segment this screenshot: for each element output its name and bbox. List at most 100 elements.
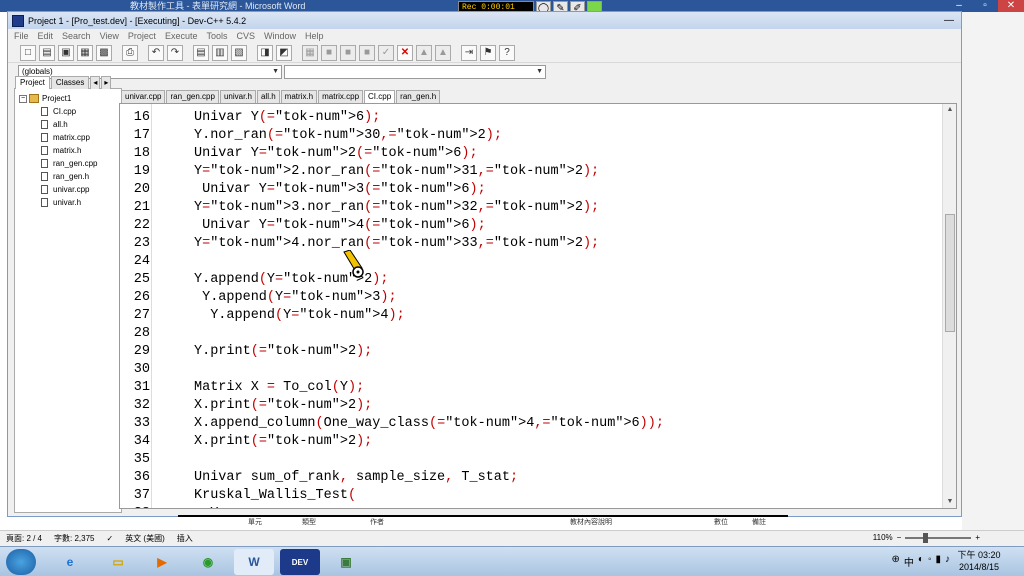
menu-project[interactable]: Project xyxy=(128,31,156,41)
code-line[interactable]: 17 Y.nor_ran(="tok-num">30,="tok-num">2); xyxy=(120,127,950,145)
devcpp-icon[interactable]: DEV xyxy=(280,549,320,575)
file-node[interactable]: univar.h xyxy=(19,196,121,209)
page-count[interactable]: 頁面: 2 / 4 xyxy=(0,533,48,544)
editor-tab[interactable]: univar.h xyxy=(219,90,256,103)
clock[interactable]: 下午 03:20 2014/8/15 xyxy=(954,549,1004,573)
zoom-out-icon[interactable]: − xyxy=(897,533,902,542)
code-line[interactable]: 31 Matrix X = To_col(Y); xyxy=(120,379,950,397)
editor-tab[interactable]: matrix.h xyxy=(280,90,318,103)
grid-icon-3[interactable]: ■ xyxy=(340,44,356,61)
file-node[interactable]: all.h xyxy=(19,118,121,131)
word-close-button[interactable]: ✕ xyxy=(998,0,1024,12)
code-line[interactable]: 29 Y.print(="tok-num">2); xyxy=(120,343,950,361)
word-count[interactable]: 字數: 2,375 xyxy=(48,533,100,544)
minimize-button[interactable]: — xyxy=(937,15,961,26)
tab-scroll-right-icon[interactable]: ▸ xyxy=(101,76,112,89)
file-node[interactable]: ran_gen.cpp xyxy=(19,157,121,170)
code-line[interactable]: 26 Y.append(Y="tok-num">3); xyxy=(120,289,950,307)
code-line[interactable]: 24 xyxy=(120,253,950,271)
grid-icon-2[interactable]: ■ xyxy=(321,44,337,61)
code-editor[interactable]: 16 Univar Y(="tok-num">6); 17 Y.nor_ran(="t… xyxy=(119,103,957,509)
code-line[interactable]: 36 Univar sum_of_rank, sample_size, T_sta… xyxy=(120,469,950,487)
menu-file[interactable]: File xyxy=(14,31,29,41)
tray-icon[interactable]: ◐ xyxy=(918,554,924,569)
save-icon[interactable]: ▣ xyxy=(58,44,74,61)
app-icon[interactable]: ▣ xyxy=(326,549,366,575)
code-line[interactable]: 34 X.print(="tok-num">2); xyxy=(120,433,950,451)
media-player-icon[interactable]: ▶ xyxy=(142,549,182,575)
chinese-input-icon[interactable]: 中 xyxy=(904,554,914,569)
code-line[interactable]: 18 Univar Y="tok-num">2(="tok-num">6); xyxy=(120,145,950,163)
tab-classes[interactable]: Classes xyxy=(50,76,90,89)
word-restore-button[interactable]: ▫ xyxy=(972,0,998,12)
code-line[interactable]: 37 Kruskal_Wallis_Test( xyxy=(120,487,950,505)
scroll-thumb[interactable] xyxy=(945,214,955,332)
bookmark-icon[interactable]: ⚑ xyxy=(480,44,496,61)
editor-tab[interactable]: univar.cpp xyxy=(121,90,166,103)
stop-execution-icon[interactable]: ✕ xyxy=(397,44,413,61)
close-file-icon[interactable]: ▩ xyxy=(96,44,112,61)
goto-icon[interactable]: ⇥ xyxy=(461,44,477,61)
code-line[interactable]: 33 X.append_column(One_way_class(="tok-nu… xyxy=(120,415,950,433)
zoom-slider[interactable] xyxy=(905,532,972,543)
compile-icon[interactable]: ▤ xyxy=(193,44,209,61)
editor-tab-active[interactable]: CI.cpp xyxy=(364,90,396,103)
code-line[interactable]: 16 Univar Y(="tok-num">6); xyxy=(120,109,950,127)
volume-icon[interactable]: ♪ xyxy=(945,554,950,569)
tab-project[interactable]: Project xyxy=(15,76,50,89)
project-node[interactable]: − Project1 xyxy=(19,92,121,105)
rebuild-icon[interactable]: ◨ xyxy=(257,44,273,61)
code-line[interactable]: 30 xyxy=(120,361,950,379)
file-node[interactable]: ran_gen.h xyxy=(19,170,121,183)
language[interactable]: 英文 (美國) xyxy=(119,533,171,544)
menu-help[interactable]: Help xyxy=(305,31,324,41)
code-line[interactable]: 25 Y.append(Y="tok-num">2); xyxy=(120,271,950,289)
tab-scroll-left-icon[interactable]: ◂ xyxy=(90,76,101,89)
editor-tab[interactable]: matrix.cpp xyxy=(318,90,364,103)
zoom-slider-knob[interactable] xyxy=(923,532,929,543)
code-line[interactable]: 23 Y="tok-num">4.nor_ran(="tok-num">33,="… xyxy=(120,235,950,253)
menu-cvs[interactable]: CVS xyxy=(236,31,255,41)
chart-icon-2[interactable]: ▲ xyxy=(435,44,451,61)
ie-icon[interactable]: e xyxy=(50,549,90,575)
scroll-down-icon[interactable]: ▼ xyxy=(943,496,956,508)
chrome-icon[interactable]: ◉ xyxy=(188,549,228,575)
new-file-icon[interactable]: □ xyxy=(20,44,36,61)
tray-icon[interactable]: ◦ xyxy=(928,554,932,569)
chart-icon-1[interactable]: ▲ xyxy=(416,44,432,61)
file-node[interactable]: CI.cpp xyxy=(19,105,121,118)
code-line[interactable]: 32 X.print(="tok-num">2); xyxy=(120,397,950,415)
zoom-in-icon[interactable]: + xyxy=(975,533,980,542)
redo-icon[interactable]: ↷ xyxy=(167,44,183,61)
editor-tab[interactable]: ran_gen.cpp xyxy=(166,90,219,103)
compile-run-icon[interactable]: ▧ xyxy=(231,44,247,61)
scroll-up-icon[interactable]: ▲ xyxy=(943,104,956,116)
menu-edit[interactable]: Edit xyxy=(38,31,54,41)
menu-tools[interactable]: Tools xyxy=(206,31,227,41)
file-node[interactable]: matrix.cpp xyxy=(19,131,121,144)
code-line[interactable]: 27 Y.append(Y="tok-num">4); xyxy=(120,307,950,325)
editor-scrollbar[interactable]: ▲ ▼ xyxy=(942,104,956,508)
code-line[interactable]: 21 Y="tok-num">3.nor_ran(="tok-num">32,="… xyxy=(120,199,950,217)
ime-icon[interactable]: ⊕ xyxy=(892,554,900,569)
menu-search[interactable]: Search xyxy=(62,31,91,41)
member-select[interactable]: ▼ xyxy=(284,65,546,79)
zoom-level[interactable]: 110% xyxy=(873,533,893,542)
code-line[interactable]: 28 xyxy=(120,325,950,343)
network-icon[interactable]: ▮ xyxy=(935,554,941,569)
code-line[interactable]: 38 Y, xyxy=(120,505,950,508)
open-file-icon[interactable]: ▤ xyxy=(39,44,55,61)
word-icon[interactable]: W xyxy=(234,549,274,575)
menu-window[interactable]: Window xyxy=(264,31,296,41)
check-icon[interactable]: ✓ xyxy=(378,44,394,61)
grid-icon-4[interactable]: ■ xyxy=(359,44,375,61)
start-button[interactable] xyxy=(6,549,36,575)
file-node[interactable]: matrix.h xyxy=(19,144,121,157)
editor-tab[interactable]: all.h xyxy=(256,90,280,103)
run-icon[interactable]: ▥ xyxy=(212,44,228,61)
proofing-icon[interactable]: ✓ xyxy=(100,534,119,543)
grid-icon-1[interactable]: ▦ xyxy=(302,44,318,61)
code-line[interactable]: 19 Y="tok-num">2.nor_ran(="tok-num">31,="… xyxy=(120,163,950,181)
explorer-icon[interactable]: ▭ xyxy=(98,549,138,575)
code-line[interactable]: 20 Univar Y="tok-num">3(="tok-num">6); xyxy=(120,181,950,199)
